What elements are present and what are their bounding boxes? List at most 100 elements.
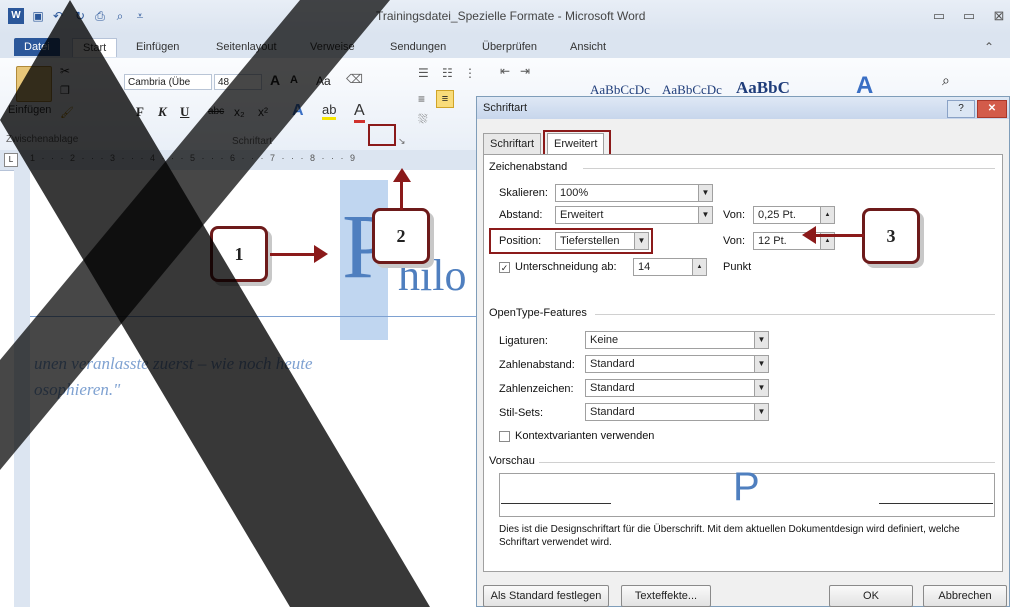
align-center-icon[interactable]: ≡ bbox=[436, 90, 454, 108]
arrow-right-icon bbox=[314, 245, 328, 263]
restore-button[interactable]: ▭ bbox=[956, 6, 982, 26]
ruler-marks: 1 · · · 2 · · · 3 · · · 4 · · · 5 · · · … bbox=[30, 153, 357, 163]
cut-icon[interactable]: ✂ bbox=[60, 64, 70, 78]
contextual-checkbox[interactable] bbox=[499, 431, 510, 442]
paste-icon[interactable] bbox=[16, 66, 52, 102]
dialog-close-button[interactable]: ✕ bbox=[977, 100, 1007, 118]
numspacing-select[interactable]: Standard bbox=[585, 355, 769, 373]
scale-label: Skalieren: bbox=[499, 187, 548, 199]
ligatures-select[interactable]: Keine bbox=[585, 331, 769, 349]
spacing-select[interactable]: Erweitert bbox=[555, 206, 713, 224]
bullets-icon[interactable]: ☰ bbox=[418, 66, 429, 80]
shrink-font-icon[interactable]: A bbox=[290, 74, 298, 86]
numforms-select[interactable]: Standard bbox=[585, 379, 769, 397]
heading-rule bbox=[30, 316, 480, 317]
section-zeichenabstand: Zeichenabstand bbox=[489, 161, 568, 173]
quote-line-1[interactable]: unen veranlasste zuerst – wie noch heute bbox=[34, 354, 313, 374]
tab-verweise[interactable]: Verweise bbox=[300, 38, 365, 56]
kerning-label: Unterschneidung ab: bbox=[515, 261, 617, 273]
numbering-icon[interactable]: ☷ bbox=[442, 66, 453, 80]
preview-baseline-left bbox=[501, 503, 611, 504]
chevron-down-icon[interactable]: ▼ bbox=[754, 356, 768, 372]
numspacing-value: Standard bbox=[590, 358, 635, 370]
align-left-icon[interactable]: ≡ bbox=[418, 92, 425, 106]
spinner-icon[interactable]: ▲ bbox=[820, 207, 834, 223]
spacing-label: Abstand: bbox=[499, 209, 543, 221]
underline-button[interactable]: U bbox=[180, 104, 189, 120]
spacing-value: Erweitert bbox=[560, 209, 604, 221]
change-case-icon[interactable]: Aa bbox=[316, 74, 331, 88]
chevron-down-icon[interactable]: ▼ bbox=[698, 185, 712, 201]
highlight-icon[interactable]: ab bbox=[322, 102, 337, 120]
paste-button-label[interactable]: Einfügen bbox=[8, 104, 51, 116]
tab-einfuegen[interactable]: Einfügen bbox=[126, 38, 189, 56]
ok-button[interactable]: OK bbox=[829, 585, 913, 607]
superscript-button[interactable]: x² bbox=[258, 105, 268, 119]
callout-3-arrow bbox=[814, 234, 864, 237]
kerning-unit: Punkt bbox=[723, 261, 752, 273]
kerning-checkbox[interactable]: ✓ bbox=[499, 262, 510, 273]
spinner-icon[interactable]: ▲ bbox=[692, 259, 706, 275]
chevron-down-icon[interactable]: ▼ bbox=[698, 207, 712, 223]
copy-icon[interactable]: ❐ bbox=[60, 84, 70, 97]
tab-start[interactable]: Start bbox=[72, 38, 118, 57]
tab-seitenlayout[interactable]: Seitenlayout bbox=[206, 38, 287, 56]
window-title: Trainingsdatei_Spezielle Formate - Micro… bbox=[376, 9, 646, 23]
font-dialog-launcher-icon[interactable]: ↘ bbox=[398, 136, 406, 147]
tab-datei[interactable]: Datei bbox=[14, 38, 60, 56]
text-effects-icon[interactable]: A bbox=[292, 102, 304, 120]
increase-indent-icon[interactable]: ⇥ bbox=[520, 64, 530, 78]
kerning-value: 14 bbox=[638, 261, 651, 273]
undo-icon[interactable]: ↶ bbox=[50, 8, 66, 24]
italic-button[interactable]: K bbox=[158, 104, 167, 120]
font-size-combo[interactable]: 48 bbox=[214, 74, 262, 90]
highlight-position bbox=[489, 228, 653, 254]
preview-baseline-right bbox=[879, 503, 993, 504]
ribbon-collapse-icon[interactable]: ⌃ bbox=[984, 40, 994, 54]
font-color-icon[interactable]: A bbox=[354, 102, 365, 123]
section-divider bbox=[583, 168, 995, 169]
spacing-by-label: Von: bbox=[723, 209, 746, 221]
preview-letter: P bbox=[733, 465, 760, 509]
multilevel-list-icon[interactable]: ⋮ bbox=[464, 66, 476, 80]
clear-format-icon[interactable]: ⌫ bbox=[346, 72, 363, 86]
grow-font-icon[interactable]: A bbox=[270, 72, 280, 88]
tab-sendungen[interactable]: Sendungen bbox=[380, 38, 456, 56]
format-painter-icon[interactable]: 🖌 bbox=[60, 106, 74, 119]
customize-toolbar-icon[interactable]: ⩡ bbox=[132, 8, 148, 24]
tab-ansicht[interactable]: Ansicht bbox=[560, 38, 616, 56]
redo-icon[interactable]: ↻ bbox=[72, 8, 88, 24]
vertical-ruler bbox=[14, 170, 31, 607]
print-icon[interactable]: ⎙ bbox=[92, 8, 108, 24]
strikethrough-button[interactable]: abc bbox=[208, 106, 224, 117]
position-by-label: Von: bbox=[723, 235, 746, 247]
chevron-down-icon[interactable]: ▼ bbox=[754, 404, 768, 420]
dialog-tab-schriftart[interactable]: Schriftart bbox=[483, 133, 542, 154]
cancel-button[interactable]: Abbrechen bbox=[923, 585, 1007, 607]
subscript-button[interactable]: x₂ bbox=[234, 105, 245, 119]
tab-ueberpruefen[interactable]: Überprüfen bbox=[472, 38, 547, 56]
print-preview-icon[interactable]: ⌕ bbox=[112, 8, 128, 24]
set-default-button[interactable]: Als Standard festlegen bbox=[483, 585, 609, 607]
find-icon[interactable]: ⌕ bbox=[942, 72, 950, 89]
shading-icon[interactable]: ⛆ bbox=[418, 112, 428, 127]
chevron-down-icon[interactable]: ▼ bbox=[754, 380, 768, 396]
bold-button[interactable]: F bbox=[136, 104, 144, 120]
font-name-combo[interactable]: Cambria (Übe bbox=[124, 74, 212, 90]
text-effects-button[interactable]: Texteffekte... bbox=[621, 585, 711, 607]
close-window-button[interactable]: ⊠ bbox=[986, 6, 1010, 26]
scale-select[interactable]: 100% bbox=[555, 184, 713, 202]
ligatures-label: Ligaturen: bbox=[499, 335, 548, 347]
stylesets-select[interactable]: Standard bbox=[585, 403, 769, 421]
highlight-erweitert-tab bbox=[543, 130, 611, 156]
tab-stop-selector[interactable]: L bbox=[4, 153, 18, 167]
save-icon[interactable]: ▣ bbox=[30, 8, 46, 24]
section-preview: Vorschau bbox=[489, 455, 535, 467]
minimize-button[interactable]: ▭ bbox=[926, 6, 952, 26]
decrease-indent-icon[interactable]: ⇤ bbox=[500, 64, 510, 78]
dialog-help-button[interactable]: ? bbox=[947, 100, 975, 118]
ligatures-value: Keine bbox=[590, 334, 619, 346]
font-group-label: Schriftart bbox=[232, 136, 273, 147]
quote-line-2[interactable]: osophieren." bbox=[34, 380, 120, 400]
chevron-down-icon[interactable]: ▼ bbox=[754, 332, 768, 348]
